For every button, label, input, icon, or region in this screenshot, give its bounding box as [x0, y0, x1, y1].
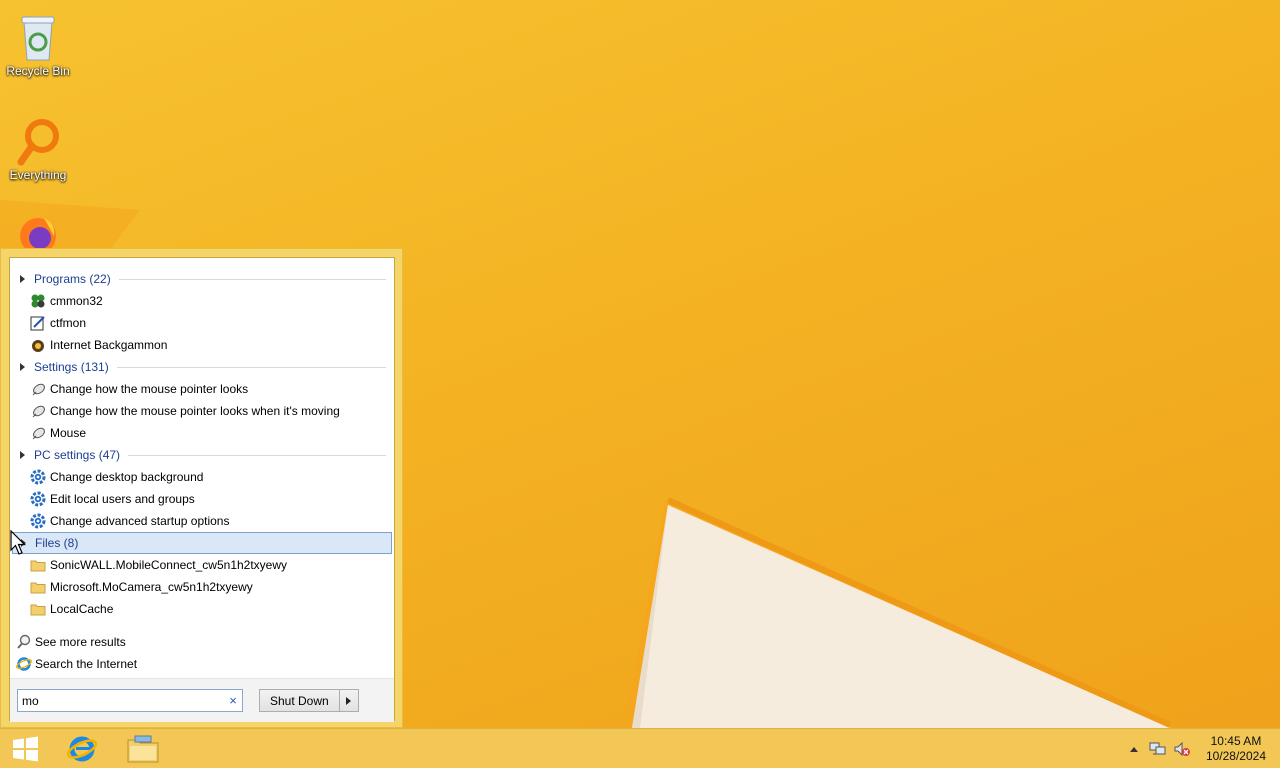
folder-icon: [30, 579, 46, 595]
start-menu-footer: × Shut Down: [10, 678, 394, 722]
result-item-internet-backgammon[interactable]: Internet Backgammon: [12, 334, 392, 356]
result-item-ctfmon[interactable]: ctfmon: [12, 312, 392, 334]
result-item-mocamera[interactable]: Microsoft.MoCamera_cw5n1h2txyewy: [12, 576, 392, 598]
mouse-icon: [30, 403, 46, 419]
shutdown-options-button[interactable]: [338, 690, 358, 711]
start-search-input[interactable]: [18, 693, 224, 708]
clock-time: 10:45 AM: [1210, 734, 1262, 748]
magnifier-icon: [16, 634, 32, 650]
volume-muted-icon[interactable]: [1173, 740, 1191, 758]
result-item-advanced-startup[interactable]: Change advanced startup options: [12, 510, 392, 532]
group-divider: [118, 278, 386, 280]
recycle-bin-icon: [21, 16, 55, 61]
desktop-icon-recycle-bin[interactable]: Recycle Bin: [0, 6, 76, 78]
firefox-icon: [20, 218, 56, 248]
gear-icon: [30, 513, 46, 529]
result-label: Edit local users and groups: [50, 492, 195, 506]
shutdown-split-button: Shut Down: [259, 689, 359, 712]
shutdown-button[interactable]: Shut Down: [260, 690, 339, 711]
result-label: LocalCache: [50, 602, 114, 616]
result-item-desktop-background[interactable]: Change desktop background: [12, 466, 392, 488]
system-tray: 10:45 AM 10/28/2024: [1122, 729, 1280, 769]
taskbar-file-explorer[interactable]: [118, 731, 168, 767]
result-label: SonicWALL.MobileConnect_cw5n1h2txyewy: [50, 558, 288, 572]
chevron-right-icon: [346, 696, 352, 705]
taskbar-internet-explorer[interactable]: [57, 731, 107, 767]
everything-search-icon: [17, 119, 59, 166]
start-button[interactable]: [0, 731, 50, 767]
mouse-icon: [30, 381, 46, 397]
desktop-icon-everything[interactable]: Everything: [0, 110, 76, 182]
desktop-icon-label: Everything: [9, 168, 67, 182]
gear-icon: [30, 469, 46, 485]
result-label: Change how the mouse pointer looks: [50, 382, 249, 396]
result-item-cmmon32[interactable]: cmmon32: [12, 290, 392, 312]
windows-logo-icon: [13, 736, 38, 762]
search-internet-label: Search the Internet: [35, 657, 138, 671]
mouse-icon: [30, 425, 46, 441]
result-label: cmmon32: [50, 294, 103, 308]
result-item-mouse-pointer-looks[interactable]: Change how the mouse pointer looks: [12, 378, 392, 400]
ctfmon-icon: [30, 315, 46, 331]
group-divider: [128, 454, 386, 456]
result-label: Change advanced startup options: [50, 514, 230, 528]
internet-explorer-icon: [66, 736, 98, 762]
search-internet-link[interactable]: Search the Internet: [16, 654, 137, 674]
folder-icon: [30, 557, 46, 573]
start-menu-panel: Programs (22) cmmon32 ctfmon Internet Ba…: [9, 257, 395, 722]
see-more-results-link[interactable]: See more results: [16, 632, 126, 652]
file-explorer-icon: [127, 735, 159, 763]
result-item-localcache[interactable]: LocalCache: [12, 598, 392, 620]
result-label: ctfmon: [50, 316, 87, 330]
group-divider: [116, 366, 386, 368]
expand-arrow-icon: [20, 363, 25, 371]
group-title: PC settings (47): [34, 448, 121, 462]
result-label: Mouse: [50, 426, 87, 440]
result-item-mouse-pointer-moving[interactable]: Change how the mouse pointer looks when …: [12, 400, 392, 422]
taskbar-clock[interactable]: 10:45 AM 10/28/2024: [1206, 734, 1266, 764]
group-divider: [86, 543, 385, 544]
result-label: Microsoft.MoCamera_cw5n1h2txyewy: [50, 580, 253, 594]
folder-icon: [30, 601, 46, 617]
see-more-results-label: See more results: [35, 635, 126, 649]
result-item-mouse[interactable]: Mouse: [12, 422, 392, 444]
backgammon-icon: [30, 337, 46, 353]
group-programs[interactable]: Programs (22): [12, 268, 392, 290]
result-label: Change desktop background: [50, 470, 204, 484]
clock-date: 10/28/2024: [1205, 749, 1266, 763]
group-pc-settings[interactable]: PC settings (47): [12, 444, 392, 466]
desktop-icon-label: Recycle Bin: [6, 64, 70, 78]
expand-arrow-icon: [20, 275, 25, 283]
group-title: Settings (131): [34, 360, 109, 374]
result-item-sonicwall[interactable]: SonicWALL.MobileConnect_cw5n1h2txyewy: [12, 554, 392, 576]
internet-explorer-icon: [16, 656, 32, 672]
result-item-local-users[interactable]: Edit local users and groups: [12, 488, 392, 510]
network-icon[interactable]: [1149, 740, 1167, 758]
group-settings[interactable]: Settings (131): [12, 356, 392, 378]
expand-arrow-icon: [20, 451, 25, 459]
group-files[interactable]: Files (8): [12, 532, 392, 554]
clear-search-icon[interactable]: ×: [224, 693, 242, 708]
result-label: Internet Backgammon: [50, 338, 168, 352]
show-hidden-icons-button[interactable]: [1125, 740, 1143, 758]
cmmon32-icon: [30, 293, 46, 309]
group-title: Files (8): [35, 536, 79, 550]
result-label: Change how the mouse pointer looks when …: [50, 404, 340, 418]
taskbar: 10:45 AM 10/28/2024: [0, 728, 1280, 768]
mouse-cursor-icon: [10, 530, 26, 555]
desktop-icon-firefox[interactable]: [0, 210, 76, 248]
chevron-up-icon: [1129, 747, 1138, 752]
group-title: Programs (22): [34, 272, 111, 286]
gear-icon: [30, 491, 46, 507]
start-search-box[interactable]: ×: [17, 689, 243, 712]
start-menu: Programs (22) cmmon32 ctfmon Internet Ba…: [0, 248, 403, 728]
